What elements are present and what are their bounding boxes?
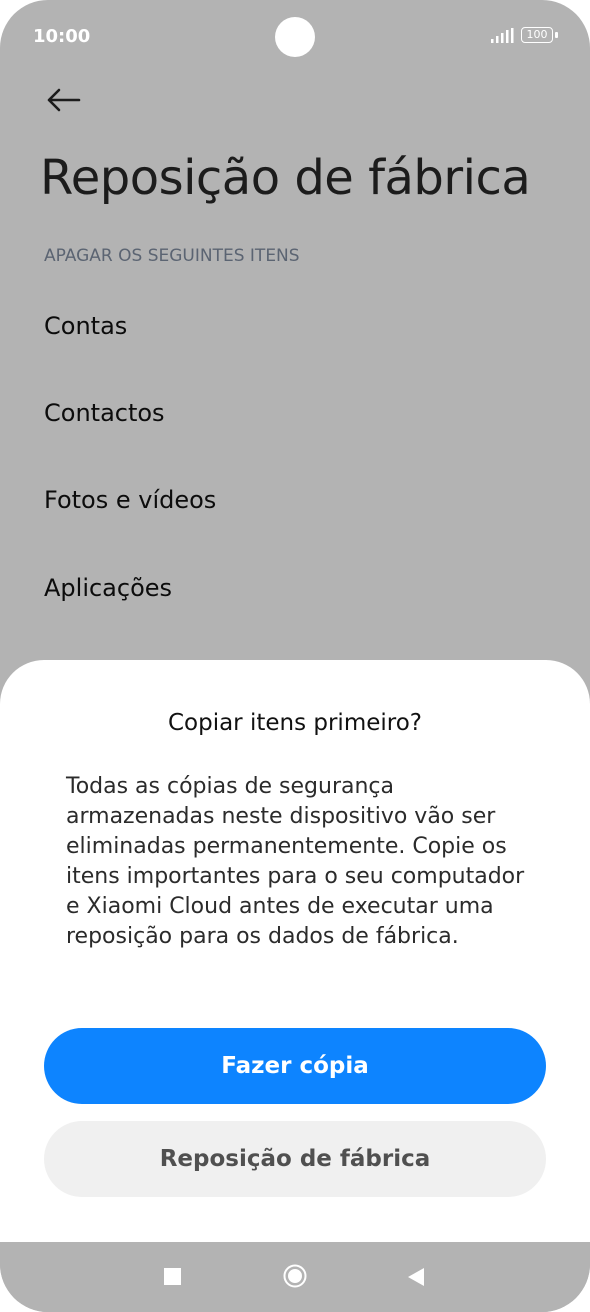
back-arrow-icon <box>47 88 81 112</box>
front-camera-cutout <box>275 17 315 57</box>
factory-reset-button[interactable]: Reposição de fábrica <box>44 1121 546 1197</box>
list-item-contactos: Contactos <box>44 399 165 427</box>
square-recents-icon[interactable] <box>164 1268 181 1285</box>
triangle-back-icon[interactable] <box>406 1266 426 1288</box>
circle-home-icon[interactable] <box>283 1264 307 1288</box>
battery-icon: 100 <box>521 27 553 43</box>
list-item-contas: Contas <box>44 312 128 340</box>
navigation-bar <box>0 1242 590 1312</box>
battery-tip <box>555 32 558 38</box>
dialog-message: Todas as cópias de segurança armazenadas… <box>66 774 525 949</box>
phone-screen: 10:00 100 Reposição de fábrica APAGAR OS… <box>0 0 590 1312</box>
signal-icon <box>491 28 514 43</box>
status-time: 10:00 <box>33 26 91 47</box>
section-header: APAGAR OS SEGUINTES ITENS <box>44 246 300 266</box>
dialog-sheet: Copiar itens primeiro? Todas as cópias d… <box>0 660 590 1242</box>
list-item-aplicacoes: Aplicações <box>44 574 173 602</box>
back-button[interactable] <box>40 78 88 122</box>
dialog-title: Copiar itens primeiro? <box>167 710 423 736</box>
page-title: Reposição de fábrica <box>40 150 531 206</box>
list-item-fotos-videos: Fotos e vídeos <box>44 486 217 514</box>
status-bar: 10:00 100 <box>0 0 590 72</box>
backup-button[interactable]: Fazer cópia <box>44 1028 546 1104</box>
